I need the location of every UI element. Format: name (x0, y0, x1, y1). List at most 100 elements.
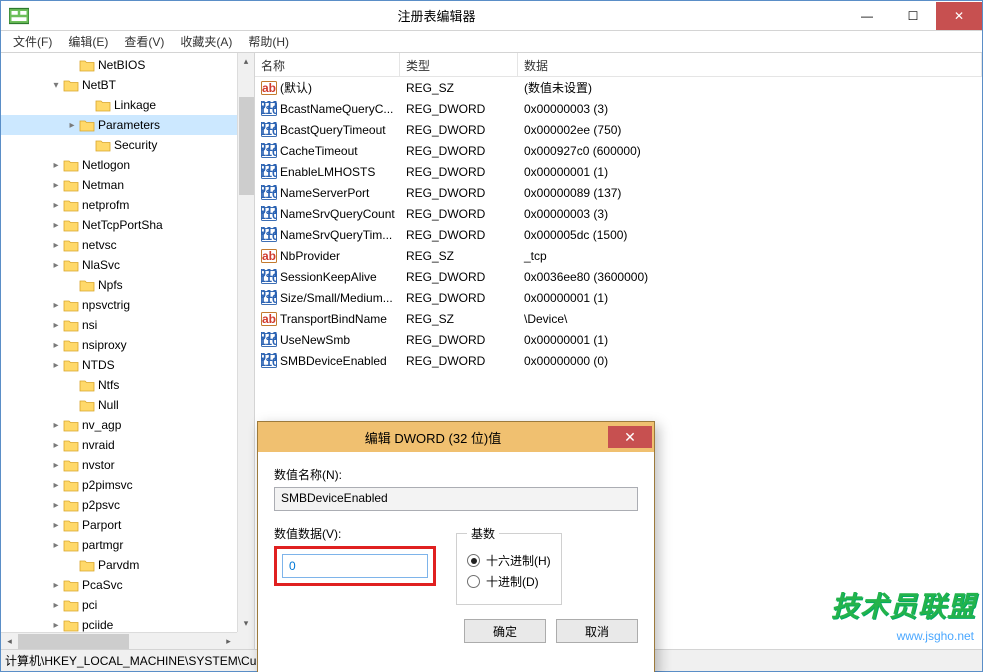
tree-expander-icon[interactable]: ▸ (49, 460, 63, 471)
tree-item[interactable]: ▸Netlogon (1, 155, 254, 175)
value-row[interactable]: BcastNameQueryC...REG_DWORD0x00000003 (3… (255, 98, 982, 119)
tree-expander-icon[interactable]: ▸ (49, 160, 63, 171)
tree-expander-icon[interactable]: ▸ (49, 300, 63, 311)
minimize-button[interactable]: — (844, 2, 890, 30)
tree-expander-icon[interactable]: ▸ (49, 480, 63, 491)
tree-expander-icon[interactable]: ▸ (49, 500, 63, 511)
tree-item[interactable]: ▸partmgr (1, 535, 254, 555)
maximize-button[interactable]: ☐ (890, 2, 936, 30)
tree-item[interactable]: ▸Netman (1, 175, 254, 195)
dword-value-icon (261, 269, 277, 285)
menu-favorites[interactable]: 收藏夹(A) (172, 31, 240, 52)
tree-item-label: Ntfs (98, 378, 119, 392)
registry-tree[interactable]: NetBIOS▾NetBTLinkage▸ParametersSecurity▸… (1, 53, 254, 635)
tree-item[interactable]: ▸nsi (1, 315, 254, 335)
tree-item[interactable]: ▸nv_agp (1, 415, 254, 435)
menu-file[interactable]: 文件(F) (5, 31, 60, 52)
scroll-thumb[interactable] (18, 634, 129, 649)
tree-expander-icon[interactable]: ▸ (49, 340, 63, 351)
column-data[interactable]: 数据 (518, 53, 982, 76)
tree-expander-icon[interactable]: ▸ (49, 440, 63, 451)
value-row[interactable]: UseNewSmbREG_DWORD0x00000001 (1) (255, 329, 982, 350)
tree-item[interactable]: Npfs (1, 275, 254, 295)
tree-item[interactable]: Null (1, 395, 254, 415)
values-list[interactable]: (默认)REG_SZ(数值未设置)BcastNameQueryC...REG_D… (255, 77, 982, 371)
tree-expander-icon[interactable]: ▸ (49, 360, 63, 371)
tree-item[interactable]: Parvdm (1, 555, 254, 575)
radio-dec[interactable] (467, 575, 480, 588)
value-row[interactable]: Size/Small/Medium...REG_DWORD0x00000001 … (255, 287, 982, 308)
scroll-up-button[interactable]: ▴ (238, 53, 254, 70)
tree-expander-icon[interactable]: ▸ (49, 420, 63, 431)
scroll-left-button[interactable]: ◂ (1, 633, 18, 650)
tree-item[interactable]: NetBIOS (1, 55, 254, 75)
value-row[interactable]: NameServerPortREG_DWORD0x00000089 (137) (255, 182, 982, 203)
tree-item[interactable]: Linkage (1, 95, 254, 115)
value-row[interactable]: CacheTimeoutREG_DWORD0x000927c0 (600000) (255, 140, 982, 161)
tree-expander-icon[interactable]: ▸ (49, 520, 63, 531)
tree-expander-icon[interactable]: ▾ (49, 80, 63, 91)
tree-item[interactable]: Security (1, 135, 254, 155)
tree-expander-icon[interactable]: ▸ (65, 120, 79, 131)
tree-expander-icon[interactable]: ▸ (49, 200, 63, 211)
tree-item[interactable]: ▸Parport (1, 515, 254, 535)
window-controls: — ☐ ✕ (844, 2, 982, 30)
scroll-down-button[interactable]: ▾ (238, 615, 254, 632)
menu-view[interactable]: 查看(V) (116, 31, 172, 52)
tree-scrollbar-horizontal[interactable]: ◂ ▸ (1, 632, 237, 649)
ok-button[interactable]: 确定 (464, 619, 546, 643)
tree-scrollbar-vertical[interactable]: ▴ ▾ (237, 53, 254, 632)
tree-item[interactable]: ▸nvraid (1, 435, 254, 455)
value-row[interactable]: SessionKeepAliveREG_DWORD0x0036ee80 (360… (255, 266, 982, 287)
value-row[interactable]: EnableLMHOSTSREG_DWORD0x00000001 (1) (255, 161, 982, 182)
tree-item[interactable]: ▸netprofm (1, 195, 254, 215)
tree-item[interactable]: ▸PcaSvc (1, 575, 254, 595)
value-row[interactable]: NameSrvQueryTim...REG_DWORD0x000005dc (1… (255, 224, 982, 245)
scroll-track[interactable] (18, 633, 220, 650)
tree-item[interactable]: ▸NetTcpPortSha (1, 215, 254, 235)
dialog-titlebar[interactable]: 编辑 DWORD (32 位)值 ✕ (258, 422, 654, 452)
tree-item[interactable]: Ntfs (1, 375, 254, 395)
tree-expander-icon[interactable]: ▸ (49, 220, 63, 231)
tree-expander-icon[interactable]: ▸ (49, 600, 63, 611)
tree-item[interactable]: ▸nsiproxy (1, 335, 254, 355)
menu-edit[interactable]: 编辑(E) (60, 31, 116, 52)
tree-expander-icon[interactable]: ▸ (49, 240, 63, 251)
scroll-track[interactable] (238, 70, 254, 615)
cancel-button[interactable]: 取消 (556, 619, 638, 643)
tree-item[interactable]: ▸netvsc (1, 235, 254, 255)
value-row[interactable]: TransportBindNameREG_SZ\Device\ (255, 308, 982, 329)
radio-dec-row[interactable]: 十进制(D) (467, 573, 551, 590)
tree-item[interactable]: ▸p2psvc (1, 495, 254, 515)
tree-expander-icon[interactable]: ▸ (49, 580, 63, 591)
value-row[interactable]: NbProviderREG_SZ_tcp (255, 245, 982, 266)
radio-hex-row[interactable]: 十六进制(H) (467, 552, 551, 569)
value-row[interactable]: SMBDeviceEnabledREG_DWORD0x00000000 (0) (255, 350, 982, 371)
tree-item[interactable]: ▸p2pimsvc (1, 475, 254, 495)
tree-expander-icon[interactable]: ▸ (49, 540, 63, 551)
tree-item[interactable]: ▸NTDS (1, 355, 254, 375)
close-button[interactable]: ✕ (936, 2, 982, 30)
scroll-right-button[interactable]: ▸ (220, 633, 237, 650)
tree-item[interactable]: ▸Parameters (1, 115, 254, 135)
value-row[interactable]: (默认)REG_SZ(数值未设置) (255, 77, 982, 98)
column-type[interactable]: 类型 (400, 53, 518, 76)
tree-expander-icon[interactable]: ▸ (49, 260, 63, 271)
tree-item[interactable]: ▸npsvctrig (1, 295, 254, 315)
menu-help[interactable]: 帮助(H) (240, 31, 297, 52)
value-row[interactable]: NameSrvQueryCountREG_DWORD0x00000003 (3) (255, 203, 982, 224)
value-row[interactable]: BcastQueryTimeoutREG_DWORD0x000002ee (75… (255, 119, 982, 140)
tree-expander-icon[interactable]: ▸ (49, 180, 63, 191)
column-name[interactable]: 名称 (255, 53, 400, 76)
dialog-close-button[interactable]: ✕ (608, 426, 652, 448)
tree-item[interactable]: ▸nvstor (1, 455, 254, 475)
tree-item[interactable]: ▸pci (1, 595, 254, 615)
value-data-input[interactable] (282, 554, 428, 578)
edit-dword-dialog: 编辑 DWORD (32 位)值 ✕ 数值名称(N): SMBDeviceEna… (257, 421, 655, 672)
tree-expander-icon[interactable]: ▸ (49, 620, 63, 631)
tree-item[interactable]: ▸NlaSvc (1, 255, 254, 275)
scroll-thumb[interactable] (239, 97, 254, 195)
tree-item[interactable]: ▾NetBT (1, 75, 254, 95)
tree-expander-icon[interactable]: ▸ (49, 320, 63, 331)
radio-hex[interactable] (467, 554, 480, 567)
